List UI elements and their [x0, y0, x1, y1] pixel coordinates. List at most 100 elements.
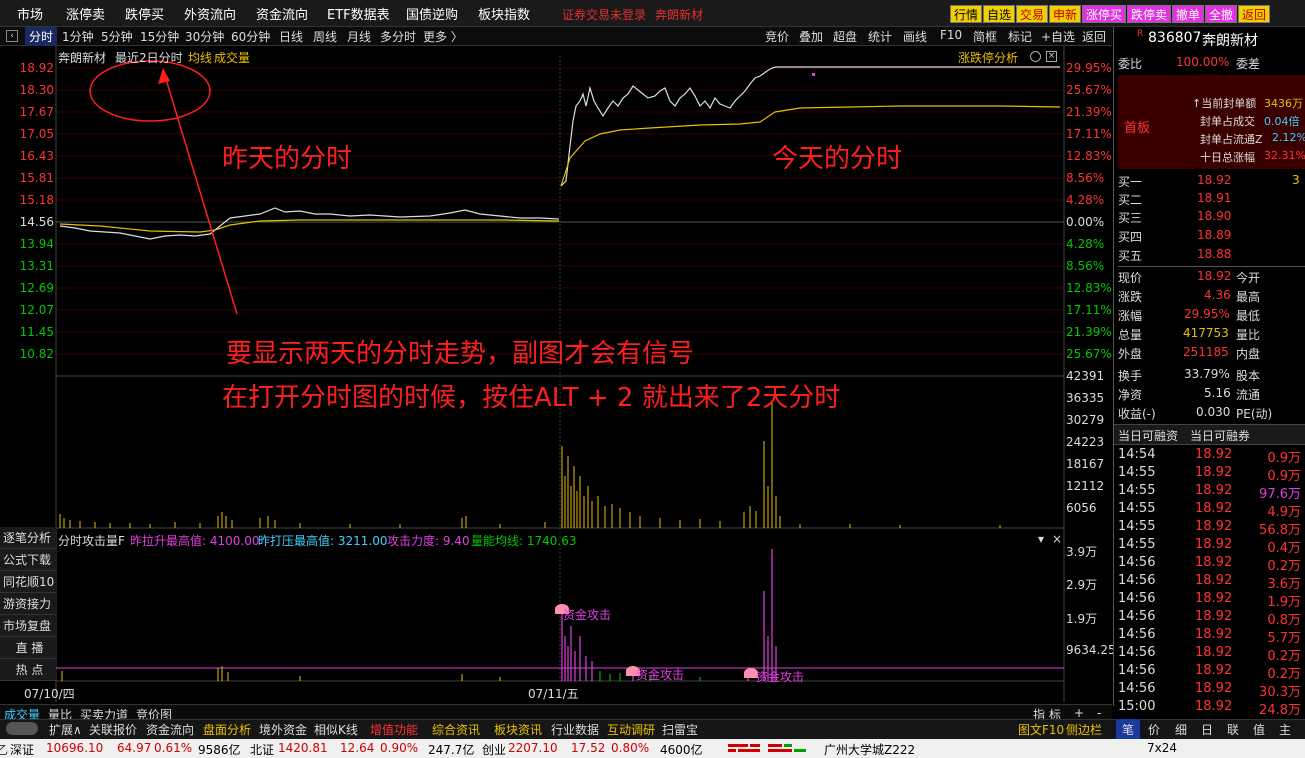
quote-value: 417753 [1183, 326, 1229, 340]
tick-price: 18.92 [1195, 609, 1233, 624]
ipo-button[interactable]: 申新 [1049, 5, 1082, 23]
fn-day-tab[interactable]: 日 [1201, 721, 1213, 738]
fn-mine-sweeper[interactable]: 扫雷宝 [662, 721, 698, 738]
limit-up-buy-button[interactable]: 涨停买 [1082, 5, 1127, 23]
tool-f10[interactable]: F10 [940, 28, 962, 42]
tool-super[interactable]: 超盘 [833, 28, 857, 45]
tab-margin-buy[interactable]: 当日可融资 [1118, 427, 1178, 444]
ticker-news-clock[interactable]: 7x24 [1147, 741, 1177, 755]
sidebar-ths10[interactable]: 同花顺10 [0, 571, 56, 593]
sidebar-hot-money[interactable]: 游资接力 [0, 593, 56, 615]
back-button[interactable]: 返回 [1238, 5, 1271, 23]
cancel-all-button[interactable]: 全撤 [1205, 5, 1238, 23]
signal-label: 资金攻击 [636, 668, 685, 682]
sidebar-hot[interactable]: 热 点 [0, 659, 56, 681]
collapse-icon[interactable]: ‹ [6, 30, 18, 42]
menu-limit-up-sell[interactable]: 涨停卖 [66, 4, 105, 23]
menu-foreign-flow[interactable]: 外资流向 [184, 4, 236, 23]
bid-price: 18.92 [1197, 173, 1232, 187]
ticker-sz-label: 深证 [10, 743, 35, 757]
fn-industry-data[interactable]: 行业数据 [551, 721, 599, 738]
sidebar-market-review[interactable]: 市场复盘 [0, 615, 56, 637]
date-label: 07/11/五 [528, 687, 579, 701]
indicator-close-icon[interactable]: × [1052, 532, 1062, 546]
limit-down-sell-button[interactable]: 跌停卖 [1127, 5, 1172, 23]
tool-add-watch[interactable]: +自选 [1041, 28, 1075, 45]
tool-mark[interactable]: 标记 [1008, 28, 1032, 45]
zoom-out-button[interactable]: - [1097, 706, 1101, 720]
volume-tick: 42391 [1066, 369, 1105, 383]
tab-weekly[interactable]: 周线 [313, 28, 337, 45]
chart-mode-label[interactable]: 最近2日分时 [115, 49, 183, 66]
seal-value: 32.31% [1264, 149, 1305, 162]
fn-main-tab[interactable]: 主 [1279, 721, 1291, 738]
fn-capital-flow[interactable]: 资金流向 [146, 721, 194, 738]
fn-link-tab[interactable]: 联 [1227, 721, 1239, 738]
volume-tick: 12112 [1066, 479, 1105, 493]
tool-draw[interactable]: 画线 [903, 28, 927, 45]
tab-60min[interactable]: 60分钟 [231, 28, 270, 45]
pct-tick: 17.11% [1066, 127, 1112, 141]
tab-5min[interactable]: 5分钟 [101, 28, 133, 45]
quote-label: 涨跌 [1118, 290, 1143, 304]
tab-multi-intraday[interactable]: 多分时 [380, 28, 416, 45]
tab-1min[interactable]: 1分钟 [62, 28, 94, 45]
sidebar-tick-analysis[interactable]: 逐笔分析 [0, 527, 56, 549]
fn-market-analysis[interactable]: 盘面分析 [203, 721, 251, 738]
fn-sidebar[interactable]: 侧边栏 [1066, 721, 1102, 738]
fn-expand[interactable]: 扩展∧ [49, 721, 82, 738]
price-tick: 12.07 [19, 303, 54, 317]
tool-simple[interactable]: 简框 [973, 28, 997, 45]
menu-repo[interactable]: 国债逆购 [406, 4, 458, 23]
indicator-menu-icon[interactable]: ▾ [1038, 532, 1044, 546]
quote-label: 内盘 [1236, 347, 1261, 361]
fn-sector-news[interactable]: 板块资讯 [494, 721, 542, 738]
toggle-switch[interactable] [6, 722, 38, 735]
fn-similar-k[interactable]: 相似K线 [314, 721, 358, 738]
menu-sector-index[interactable]: 板块指数 [478, 4, 530, 23]
bid-label: 买一 [1118, 175, 1143, 189]
tab-15min[interactable]: 15分钟 [140, 28, 179, 45]
fn-news[interactable]: 综合资讯 [432, 721, 480, 738]
tool-auction[interactable]: 竞价 [765, 28, 789, 45]
tab-monthly[interactable]: 月线 [347, 28, 371, 45]
menu-capital-flow[interactable]: 资金流向 [256, 4, 308, 23]
settings-icon[interactable] [1030, 51, 1041, 62]
fn-value-tab[interactable]: 值 [1253, 721, 1265, 738]
menu-market[interactable]: 市场 [17, 4, 43, 23]
tab-margin-sell[interactable]: 当日可融券 [1190, 427, 1250, 444]
price-tick: 18.30 [19, 83, 54, 97]
tab-daily[interactable]: 日线 [279, 28, 303, 45]
limit-analysis-label[interactable]: 涨跌停分析 [958, 49, 1018, 66]
fn-detail-tab[interactable]: 细 [1175, 721, 1187, 738]
menu-limit-down-buy[interactable]: 跌停买 [125, 4, 164, 23]
close-icon[interactable]: × [1046, 51, 1057, 62]
fn-tick-tab[interactable]: 笔 [1122, 721, 1134, 738]
indicator-name[interactable]: 分时攻击量F [58, 532, 125, 549]
quote-label: 涨幅 [1118, 309, 1143, 323]
tool-overlay[interactable]: 叠加 [799, 28, 823, 45]
zoom-in-button[interactable]: + [1074, 706, 1084, 720]
tab-30min[interactable]: 30分钟 [185, 28, 224, 45]
fn-foreign-capital[interactable]: 境外资金 [259, 721, 307, 738]
sidebar-live[interactable]: 直 播 [0, 637, 56, 659]
quote-value: 29.95% [1184, 307, 1230, 321]
fn-f10[interactable]: 图文F10 [1018, 721, 1064, 738]
watchlist-button[interactable]: 自选 [983, 5, 1016, 23]
tool-back[interactable]: 返回 [1082, 28, 1106, 45]
fn-interactive-research[interactable]: 互动调研 [607, 721, 655, 738]
quote-button[interactable]: 行情 [950, 5, 983, 23]
tick-row: 14:55 18.92 4.9万 [1114, 501, 1305, 520]
fn-price-tab[interactable]: 价 [1148, 721, 1160, 738]
fn-related-quote[interactable]: 关联报价 [89, 721, 137, 738]
quote-label: 总量 [1118, 328, 1143, 342]
tool-stats[interactable]: 统计 [868, 28, 892, 45]
menu-etf-table[interactable]: ETF数据表 [327, 4, 390, 23]
chart-stock-name: 奔朗新材 [58, 51, 107, 65]
trade-button[interactable]: 交易 [1016, 5, 1049, 23]
tab-intraday[interactable]: 分时 [25, 27, 58, 46]
cancel-order-button[interactable]: 撤单 [1172, 5, 1205, 23]
sidebar-formula-download[interactable]: 公式下载 [0, 549, 56, 571]
fn-value-added[interactable]: 增值功能 [370, 721, 418, 738]
tab-more[interactable]: 更多 〉 [423, 28, 463, 45]
